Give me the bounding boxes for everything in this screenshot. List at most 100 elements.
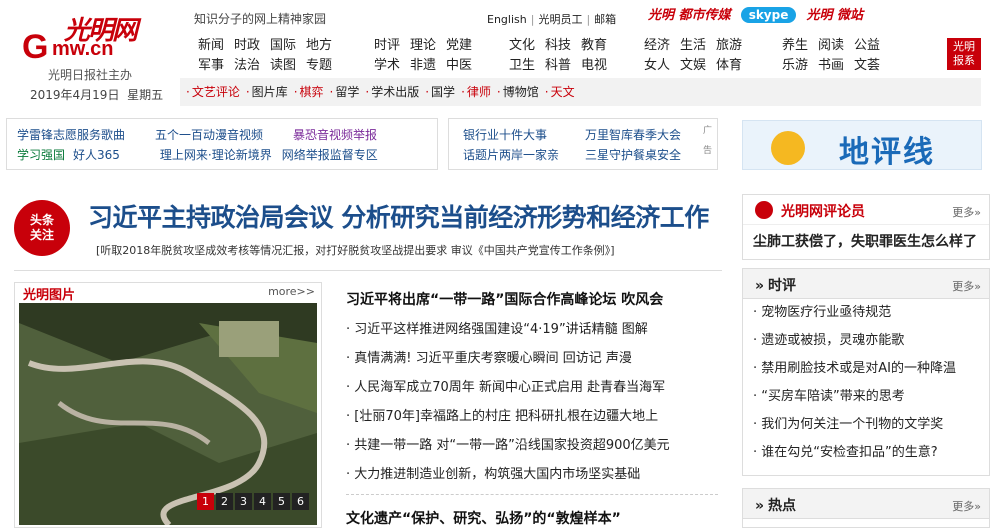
- nav-item[interactable]: 卫生: [509, 56, 535, 76]
- nav-item[interactable]: 体育: [716, 56, 742, 76]
- divider: [346, 494, 718, 495]
- nav-item[interactable]: 专题: [306, 56, 332, 76]
- nav-item[interactable]: 时评: [374, 36, 400, 56]
- page-dot[interactable]: 6: [292, 493, 309, 510]
- nav-item[interactable]: 生活: [680, 36, 706, 56]
- nav-item[interactable]: 党建: [446, 36, 472, 56]
- subnav-item[interactable]: 博物馆: [503, 85, 539, 99]
- nav-item[interactable]: 军事: [198, 56, 224, 76]
- promo-link[interactable]: 网络举报监督专区: [282, 145, 378, 165]
- site-logo[interactable]: 光明网 G mw.cn: [22, 8, 172, 68]
- promo-link[interactable]: 五个一百动漫音视频: [155, 125, 263, 145]
- shiping-item[interactable]: · 禁用刷脸技术或是对AI的一种降温: [743, 355, 989, 383]
- nav-item[interactable]: 文娱: [680, 56, 706, 76]
- commentator-headline[interactable]: 尘肺工获偿了，失职罪医生怎么样了: [753, 231, 977, 251]
- more-link[interactable]: 更多»: [952, 498, 981, 514]
- subnav-item[interactable]: 棋弈: [300, 85, 324, 99]
- nav-item[interactable]: 地方: [306, 36, 332, 56]
- brand-3-label: 微站: [837, 8, 864, 23]
- nav-item[interactable]: 科普: [545, 56, 571, 76]
- nav-item[interactable]: 乐游: [782, 56, 808, 76]
- more-link[interactable]: 更多»: [952, 204, 981, 220]
- nav-item[interactable]: 养生: [782, 36, 808, 56]
- gm-newspaper-badge[interactable]: 光明 报系: [947, 38, 981, 70]
- gm-brand-2[interactable]: 光明 微站: [807, 8, 864, 23]
- nav-item[interactable]: 书画: [818, 56, 844, 76]
- promo-link[interactable]: 好人365: [73, 145, 120, 165]
- subnav-item[interactable]: 天文: [551, 85, 575, 99]
- nav-item[interactable]: 教育: [581, 36, 607, 56]
- nav-item[interactable]: 科技: [545, 36, 571, 56]
- news-item[interactable]: · 真情满满! 习近平重庆考察暖心瞬间 回访记 声漫: [346, 344, 726, 373]
- headline-badge: 头条 关注: [14, 200, 70, 256]
- nav-item[interactable]: 文荟: [854, 56, 880, 76]
- promo-link[interactable]: 银行业十件大事: [463, 125, 547, 145]
- shiping-item[interactable]: · 我们为何关注一个刊物的文学奖: [743, 411, 989, 439]
- subnav-item[interactable]: 国学: [431, 85, 455, 99]
- shiping-item[interactable]: · 遗迹或被损，灵魂亦能歌: [743, 327, 989, 355]
- news-item[interactable]: · 大力推进制造业创新，构筑强大国内市场坚实基础: [346, 460, 726, 489]
- nav-item[interactable]: 法治: [234, 56, 260, 76]
- news-second-lead[interactable]: 文化遗产“保护、研究、弘扬”的“敦煌样本”: [346, 508, 621, 528]
- nav-item[interactable]: 旅游: [716, 36, 742, 56]
- shiping-item[interactable]: · 谁在勾兑“安检查扣品”的生意?: [743, 439, 989, 467]
- shiping-item-text: 我们为何关注一个刊物的文学奖: [761, 417, 944, 432]
- gm-brand-1[interactable]: 光明 都市传媒: [648, 8, 731, 23]
- subnav-item[interactable]: 留学: [335, 85, 359, 99]
- subnav-item[interactable]: 文艺评论: [192, 85, 240, 99]
- staff-link[interactable]: 光明员工: [538, 13, 582, 26]
- page-dot[interactable]: 3: [235, 493, 252, 510]
- english-link[interactable]: English: [487, 13, 527, 26]
- more-link[interactable]: 更多»: [952, 278, 981, 294]
- news-item[interactable]: · 人民海军成立70周年 新闻中心正式启用 赴青春当海军: [346, 373, 726, 402]
- promo-link[interactable]: 暴恐音视频举报: [293, 125, 377, 145]
- news-item[interactable]: · 习近平这样推进网络强国建设“4·19”讲话精髓 图解: [346, 315, 726, 344]
- nav-item[interactable]: 国际: [270, 36, 296, 56]
- page-dot[interactable]: 5: [273, 493, 290, 510]
- nav-item[interactable]: 理论: [410, 36, 436, 56]
- nav-item[interactable]: 女人: [644, 56, 670, 76]
- nav-item[interactable]: 阅读: [818, 36, 844, 56]
- headline-subtitle[interactable]: [听取2018年脱贫攻坚成效考核等情况汇报，对打好脱贫攻坚战提出要求 审议《中国…: [96, 242, 615, 258]
- page-dot[interactable]: 1: [197, 493, 214, 510]
- page-dot[interactable]: 2: [216, 493, 233, 510]
- page-dot[interactable]: 4: [254, 493, 271, 510]
- nav-item[interactable]: 非遗: [410, 56, 436, 76]
- news-items: · 习近平这样推进网络强国建设“4·19”讲话精髓 图解 · 真情满满! 习近平重…: [346, 315, 726, 489]
- nav-item[interactable]: 读图: [270, 56, 296, 76]
- nav-item[interactable]: 经济: [644, 36, 670, 56]
- nav-item[interactable]: 中医: [446, 56, 472, 76]
- skype-link[interactable]: skype: [740, 7, 797, 23]
- badge-line-2: 报系: [953, 54, 975, 67]
- photo-mountain-road[interactable]: 123456: [19, 303, 317, 525]
- nav-col-4: 经济 生活 旅游女人 文娱 体育: [644, 36, 752, 76]
- promo-link[interactable]: 学习强国: [17, 145, 65, 165]
- subnav-item[interactable]: 图片库: [252, 85, 288, 99]
- subnav-item[interactable]: 学术出版: [371, 85, 419, 99]
- news-lead[interactable]: 习近平将出席“一带一路”国际合作高峰论坛 吹风会: [346, 286, 726, 315]
- shiping-item[interactable]: · 宠物医疗行业亟待规范: [743, 299, 989, 327]
- promo-link[interactable]: 三星守护餐桌安全: [585, 145, 681, 165]
- nav-item[interactable]: 新闻: [198, 36, 224, 56]
- nav-item[interactable]: 学术: [374, 56, 400, 76]
- promo-link[interactable]: 学雷锋志愿服务歌曲: [17, 125, 125, 145]
- news-item[interactable]: · 共建一带一路 对“一带一路”沿线国家投资超900亿美元: [346, 431, 726, 460]
- nav-col-1: 新闻 时政 国际 地方军事 法治 读图 专题: [198, 36, 342, 76]
- separator-dot: ·: [245, 85, 250, 99]
- promo-link[interactable]: 话题片两岸一家亲: [463, 145, 559, 165]
- nav-item[interactable]: 公益: [854, 36, 880, 56]
- box-title-text: 时评: [768, 278, 797, 294]
- shiping-item[interactable]: · “买房车陪读”带来的思考: [743, 383, 989, 411]
- nav-item[interactable]: 文化: [509, 36, 535, 56]
- mail-link[interactable]: 邮箱: [594, 13, 616, 26]
- nav-item[interactable]: 电视: [581, 56, 607, 76]
- subnav-item[interactable]: 律师: [467, 85, 491, 99]
- promo-link[interactable]: 万里智库春季大会: [585, 125, 681, 145]
- news-item[interactable]: · [壮丽70年]幸福路上的村庄 把科研扎根在边疆大地上: [346, 402, 726, 431]
- nav-item[interactable]: 时政: [234, 36, 260, 56]
- photo-more-link[interactable]: more>>: [268, 285, 315, 298]
- ad-label: 广告: [703, 126, 713, 156]
- promo-link[interactable]: 理上网来·理论新境界: [160, 145, 272, 165]
- dipingxian-banner[interactable]: 地评线: [742, 120, 982, 170]
- headline-title[interactable]: 习近平主持政治局会议 分析研究当前经济形势和经济工作: [88, 198, 709, 234]
